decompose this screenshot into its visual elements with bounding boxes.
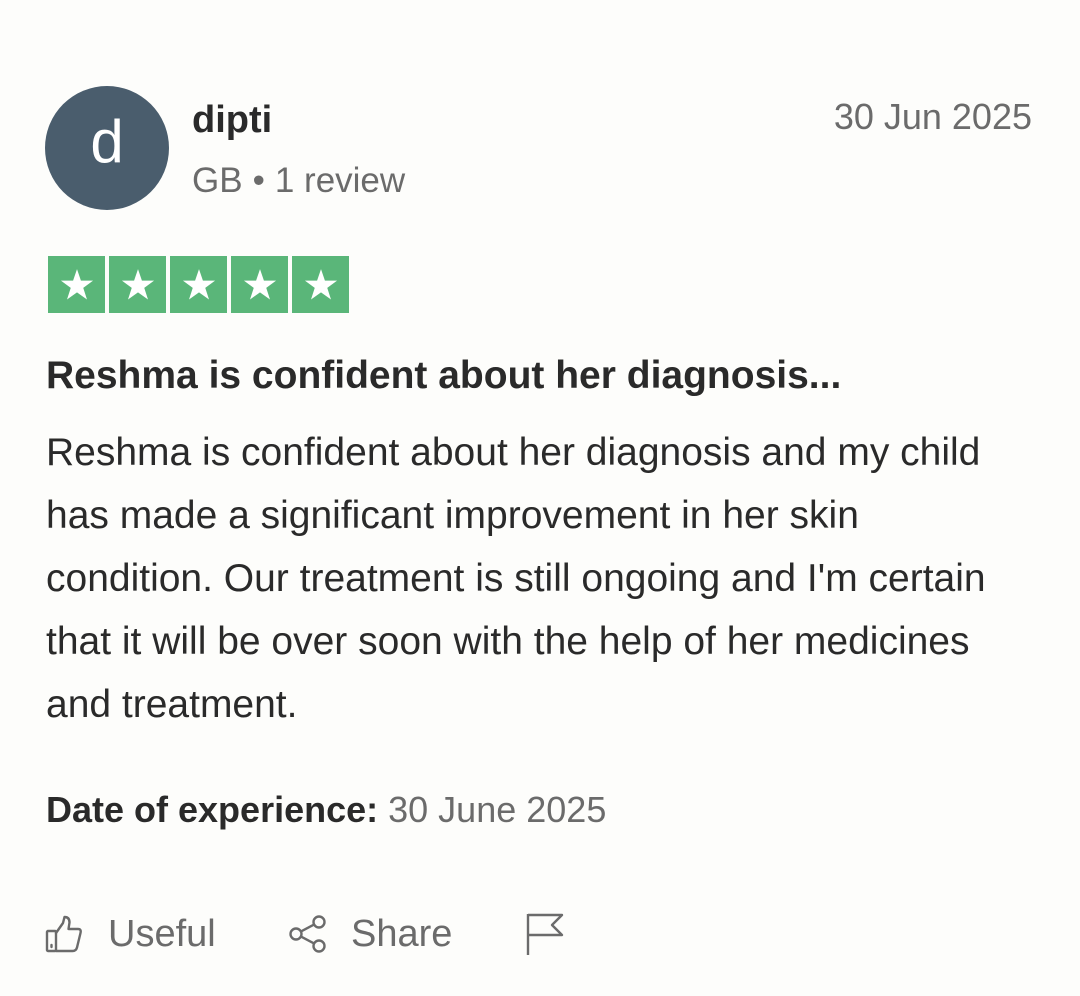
avatar[interactable]: d <box>45 86 169 210</box>
reviewer-meta: GB • 1 review <box>192 160 405 202</box>
reviewer-review-count: 1 review <box>274 161 406 200</box>
review-body: Reshma is confident about her diagnosis … <box>46 431 986 726</box>
date-of-experience: Date of experience: 30 June 2025 <box>46 788 606 832</box>
star-2 <box>109 256 166 313</box>
share-label: Share <box>351 912 453 955</box>
star-icon <box>121 268 154 299</box>
star-5 <box>292 256 349 313</box>
report-button[interactable] <box>525 906 565 962</box>
share-icon <box>289 915 326 953</box>
flag-icon <box>526 913 564 955</box>
review-actions: Useful Share <box>45 906 645 962</box>
review-date: 30 Jun 2025 <box>833 96 1032 137</box>
experience-label: Date of experience: <box>46 789 379 830</box>
star-rating <box>48 256 349 313</box>
useful-label: Useful <box>108 912 216 955</box>
experience-date: 30 June 2025 <box>388 789 607 830</box>
star-icon <box>304 268 337 299</box>
review-card: d dipti GB • 1 review 30 Jun 2025 Reshma i… <box>45 86 1035 966</box>
star-icon <box>60 268 93 299</box>
reviewer-country: GB <box>192 161 243 200</box>
reviewer-name[interactable]: dipti <box>192 98 272 142</box>
meta-separator: • <box>252 161 265 200</box>
star-icon <box>182 268 215 299</box>
review-title[interactable]: Reshma is confident about her diagnosis.… <box>46 353 841 399</box>
share-button[interactable]: Share <box>288 906 452 962</box>
useful-button[interactable]: Useful <box>45 906 216 962</box>
thumbs-up-icon <box>45 915 82 953</box>
star-3 <box>170 256 227 313</box>
star-icon <box>243 268 276 299</box>
star-4 <box>231 256 288 313</box>
star-1 <box>48 256 105 313</box>
